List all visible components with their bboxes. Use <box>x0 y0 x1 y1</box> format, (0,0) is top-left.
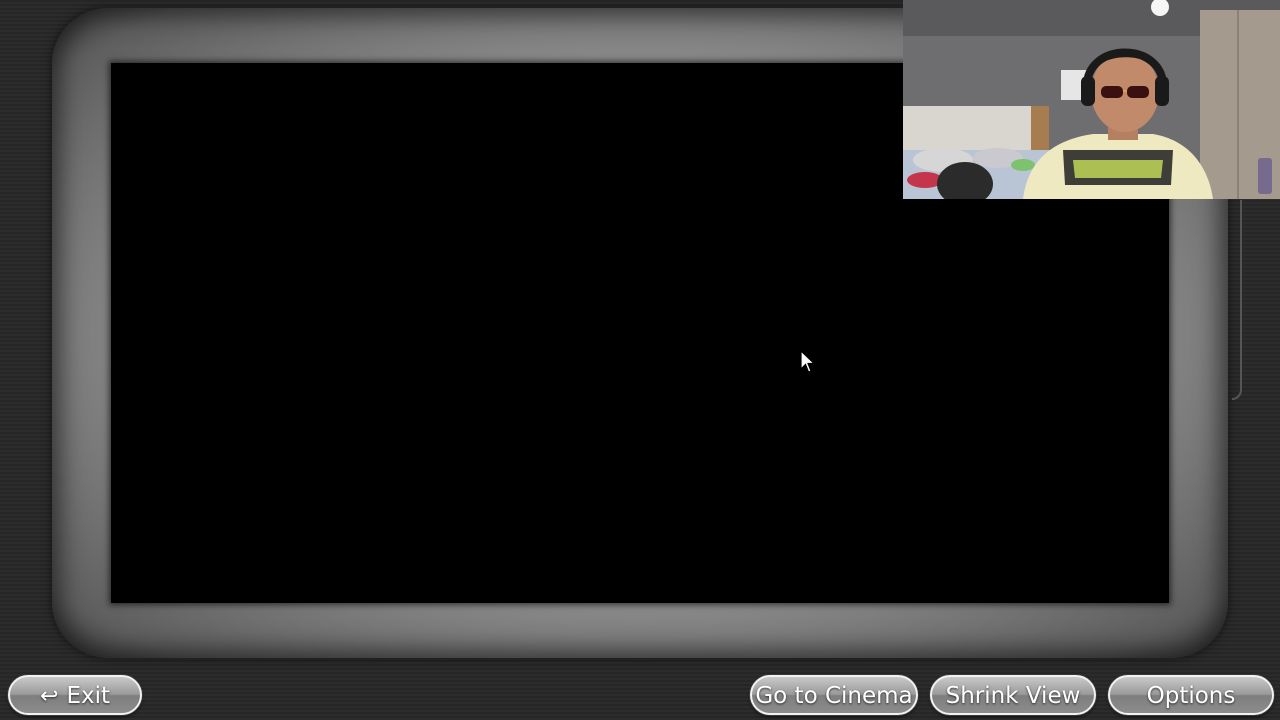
go-to-cinema-button[interactable]: Go to Cinema <box>746 675 918 715</box>
options-button[interactable]: Options <box>1108 675 1274 715</box>
app-window: ↩ Exit Go to Cinema Shrink View Options <box>0 0 1280 720</box>
go-to-cinema-label: Go to Cinema <box>755 683 913 709</box>
exit-button[interactable]: ↩ Exit <box>8 675 142 715</box>
scroll-rail <box>1232 200 1242 400</box>
return-arrow-icon: ↩ <box>40 684 59 709</box>
mouse-pointer-icon <box>800 350 816 373</box>
webcam-overlay <box>903 0 1280 199</box>
shrink-view-button[interactable]: Shrink View <box>930 675 1096 715</box>
options-label: Options <box>1146 683 1236 709</box>
exit-label: Exit <box>66 683 110 709</box>
shrink-view-label: Shrink View <box>945 683 1081 709</box>
webcam-image <box>903 0 1280 199</box>
